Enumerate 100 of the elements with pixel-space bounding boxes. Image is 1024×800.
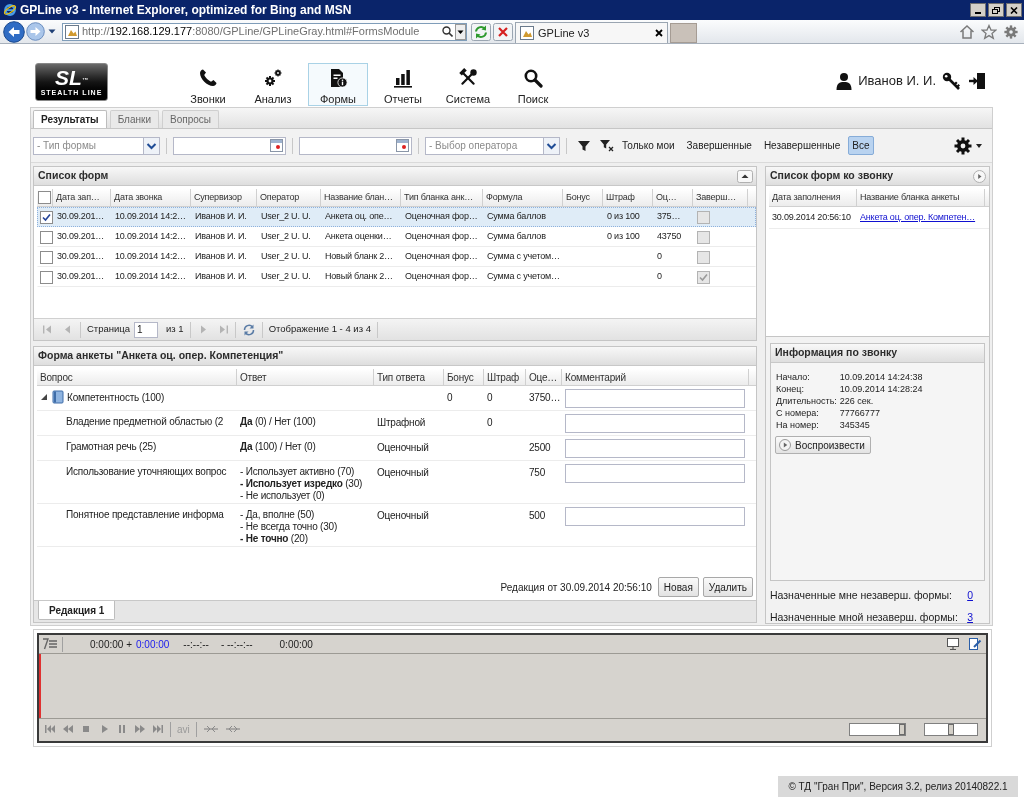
tree-row[interactable]: Владение предметной областью (2 Да (0) / Нет (100) Штрафной 0 xyxy=(37,411,756,436)
expand-icon[interactable] xyxy=(973,169,986,183)
expand-triangle-icon[interactable] xyxy=(40,393,48,401)
column-header[interactable]: Бонус xyxy=(444,369,484,385)
column-header[interactable]: Оц… xyxy=(653,189,693,206)
tab[interactable]: Результаты xyxy=(33,110,107,128)
date-field[interactable] xyxy=(299,136,412,155)
column-header[interactable]: Название бланка анкеты xyxy=(857,189,985,206)
home-icon[interactable] xyxy=(959,23,975,40)
count-link[interactable]: 3 xyxy=(967,609,973,626)
filter-icon[interactable] xyxy=(577,139,591,152)
checkbox[interactable] xyxy=(39,250,53,264)
settings-icon[interactable] xyxy=(953,135,973,156)
checkbox[interactable] xyxy=(38,191,51,204)
restore-button[interactable] xyxy=(988,3,1004,17)
exit-icon[interactable] xyxy=(968,71,986,90)
filter-button[interactable]: Только мои xyxy=(618,136,679,155)
nav-tab[interactable]: Система xyxy=(438,63,498,106)
tree-row[interactable]: Грамотная речь (25) Да (100) / Нет (0) Оценочный 2500 xyxy=(37,436,756,461)
tab[interactable]: Вопросы xyxy=(162,110,219,128)
tree-row[interactable]: Компетентность (100) 0 0 3750… xyxy=(37,386,756,411)
back-icon[interactable] xyxy=(3,20,25,43)
star-icon[interactable] xyxy=(981,23,997,40)
filter-button[interactable]: Все xyxy=(848,136,874,155)
column-header[interactable]: Тип ответа xyxy=(374,369,444,385)
search-icon[interactable] xyxy=(442,26,453,37)
column-header[interactable]: Название блан… xyxy=(321,189,401,206)
filter-clear-icon[interactable] xyxy=(599,139,614,152)
comment-field[interactable] xyxy=(565,414,745,433)
collapse-icon[interactable] xyxy=(737,169,753,183)
stop-icon[interactable] xyxy=(493,22,513,41)
table-row[interactable]: 30.09.201… 10.09.2014 14:2… Иванов И. И. User_2 U. U. Анкета оценки… Оценочная фор… Сумма баллов 0 из 100 43750 xyxy=(37,227,756,247)
checkbox[interactable] xyxy=(39,270,53,284)
address-field[interactable]: http://192.168.129.177:8080/GPLine/GPLineGray.html#FormsModule xyxy=(62,22,467,41)
slider-track[interactable] xyxy=(849,722,906,736)
checkbox[interactable] xyxy=(39,210,53,224)
tab[interactable]: Редакция 1 xyxy=(38,601,116,620)
column-header[interactable]: Штраф xyxy=(603,189,653,206)
column-header[interactable]: Ответ xyxy=(237,369,374,385)
caret-icon[interactable] xyxy=(976,143,982,148)
dropdown-icon[interactable] xyxy=(48,29,56,34)
revision-text: Редакция от 30.09.2014 20:56:10 xyxy=(500,580,652,595)
count-link[interactable]: 0 xyxy=(967,588,973,604)
refresh-icon[interactable] xyxy=(471,22,491,41)
column-header[interactable]: Комментарий xyxy=(562,369,749,385)
key-icon[interactable] xyxy=(942,71,960,90)
column-header[interactable]: Супервизор xyxy=(191,189,257,206)
table-row[interactable]: 30.09.2014 20:56:10 Анкета оц. опер. Компетен… xyxy=(769,207,989,229)
column-header[interactable]: Штраф xyxy=(484,369,526,385)
minimize-button[interactable] xyxy=(970,3,986,17)
tree-row[interactable]: Понятное представление информа - Да, вполне (50) - Не всегда точно (30) - Не точно (20) Оценочный 500 xyxy=(37,504,756,547)
column-header[interactable]: Тип бланка анк… xyxy=(401,189,483,206)
date-field[interactable] xyxy=(173,136,286,155)
refresh-icon[interactable] xyxy=(241,322,256,337)
filter-button[interactable]: Завершенные xyxy=(682,136,756,155)
column-header[interactable]: Оператор xyxy=(257,189,321,206)
dropdown-icon[interactable] xyxy=(455,23,466,40)
tab[interactable]: Бланки xyxy=(109,110,159,128)
nav-tab[interactable]: Отчеты xyxy=(373,63,433,106)
tree-row[interactable]: Использование уточняющих вопрос - Использует активно (70) - Использует изредко (30) - Не использует (0) Оценочный 750 xyxy=(37,461,756,504)
column-header[interactable]: Бонус xyxy=(563,189,603,206)
calendar-icon[interactable] xyxy=(270,139,283,152)
delete-button[interactable]: Удалить xyxy=(702,577,753,597)
checkbox[interactable] xyxy=(39,230,53,244)
panel-title: Список форм ко звонку xyxy=(770,168,894,184)
nav-tab[interactable]: Анализ xyxy=(243,63,303,106)
column-header[interactable]: Формула xyxy=(483,189,563,206)
comment-field[interactable] xyxy=(565,464,745,483)
column-header[interactable]: Оце… xyxy=(526,369,562,385)
slider-track[interactable] xyxy=(924,722,978,736)
play-button[interactable]: Воспроизвести xyxy=(775,436,871,454)
table-row[interactable]: 30.09.201… 10.09.2014 14:2… Иванов И. И. User_2 U. U. Новый бланк 2… Оценочная фор… Сумма с учетом… 0 xyxy=(37,247,756,267)
list-icon[interactable] xyxy=(42,637,58,651)
new-button[interactable]: Новая xyxy=(657,577,699,597)
nav-tab[interactable]: Формы xyxy=(308,63,368,106)
table-row[interactable]: 30.09.201… 10.09.2014 14:2… Иванов И. И. User_2 U. U. Новый бланк 2… Оценочная фор… Сумма с учетом… 0 xyxy=(37,267,756,287)
chevron-down-icon[interactable] xyxy=(543,136,560,155)
edit-icon[interactable] xyxy=(968,637,982,651)
column-header[interactable]: Заверш… xyxy=(693,189,748,206)
column-header[interactable]: Дата заполнения xyxy=(769,189,857,206)
column-header[interactable]: Вопрос xyxy=(37,369,237,385)
close-button[interactable] xyxy=(1006,3,1022,17)
nav-tab[interactable]: Поиск xyxy=(503,63,563,106)
combo-box[interactable]: - Тип формы xyxy=(33,136,143,155)
question-text: Компетентность (100) xyxy=(67,390,165,404)
form-link[interactable]: Анкета оц. опер. Компетен… xyxy=(860,211,976,222)
table-row[interactable]: 30.09.201… 10.09.2014 14:2… Иванов И. И. User_2 U. U. Анкета оц. опе… Оценочная фор… Сумма баллов 0 из 100 375… xyxy=(37,207,756,227)
browser-tab[interactable]: GPLine v3 xyxy=(515,22,668,43)
calendar-icon[interactable] xyxy=(396,139,409,152)
comment-field[interactable] xyxy=(565,389,745,408)
comment-field[interactable] xyxy=(565,439,745,458)
combo-box[interactable]: - Выбор оператора xyxy=(425,136,543,155)
comment-field[interactable] xyxy=(565,507,745,526)
monitor-icon[interactable] xyxy=(946,637,960,651)
column-header[interactable]: Дата звонка xyxy=(111,189,191,206)
chevron-down-icon[interactable] xyxy=(143,136,160,155)
nav-tab[interactable]: Звонки xyxy=(178,63,238,106)
filter-button[interactable]: Незавершенные xyxy=(759,136,845,155)
close-icon[interactable] xyxy=(655,29,663,37)
column-header[interactable]: Дата зап… xyxy=(53,189,111,206)
